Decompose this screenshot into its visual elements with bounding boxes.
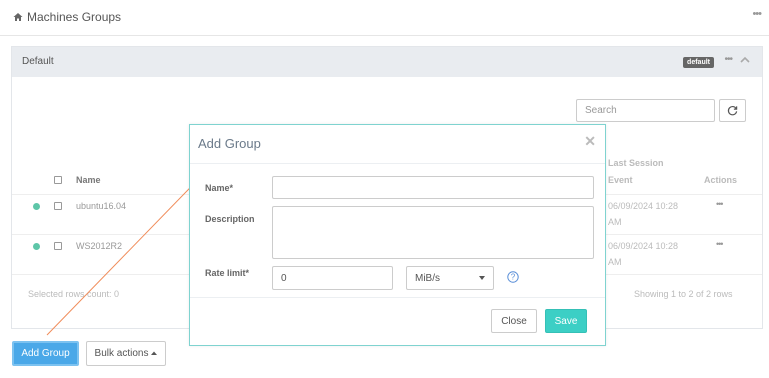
page-header: Machines Groups •••	[0, 0, 769, 36]
table-cell-name[interactable]: WS2012R2	[76, 241, 122, 251]
rate-unit-select[interactable]: MiB/s	[406, 266, 494, 290]
page-menu-icon[interactable]: •••	[752, 8, 762, 20]
chevron-up-icon[interactable]	[740, 55, 750, 65]
dialog-footer-divider	[190, 297, 605, 298]
add-group-dialog: Add Group ✕ Name* Description Rate limit…	[189, 124, 606, 346]
status-online-icon	[33, 243, 40, 250]
table-cell-date: 06/09/2024 10:28	[608, 241, 679, 251]
rate-limit-input[interactable]	[272, 266, 393, 290]
name-field[interactable]	[272, 176, 594, 199]
column-header-name[interactable]: Name	[76, 175, 101, 185]
panel-header[interactable]: Default default •••	[12, 47, 762, 77]
select-all-checkbox[interactable]	[54, 176, 62, 184]
rate-limit-label: Rate limit*	[205, 268, 250, 278]
refresh-button[interactable]	[719, 99, 746, 122]
help-icon[interactable]: ?	[507, 271, 519, 283]
row-actions-icon[interactable]: •••	[716, 239, 724, 249]
selected-rows-count: Selected rows count: 0	[28, 289, 120, 299]
page-title: Machines Groups	[13, 10, 121, 24]
refresh-icon	[727, 105, 738, 116]
caret-up-icon	[151, 351, 158, 355]
table-cell-name[interactable]: ubuntu16.04	[76, 201, 126, 211]
svg-text:?: ?	[511, 273, 516, 282]
rate-unit-value: MiB/s	[415, 272, 440, 284]
column-header-actions: Actions	[704, 175, 738, 185]
default-badge: default	[683, 57, 714, 68]
column-header-last-session[interactable]: Last Session Event	[608, 155, 678, 189]
dialog-header-divider	[190, 163, 605, 164]
row-actions-icon[interactable]: •••	[716, 199, 724, 209]
pagination-info: Showing 1 to 2 of 2 rows	[634, 289, 733, 299]
table-cell-time-suffix: AM	[608, 217, 622, 227]
description-label: Description	[205, 214, 255, 224]
search-input[interactable]	[576, 99, 715, 122]
panel-title: Default	[22, 56, 54, 67]
chevron-down-icon	[479, 276, 485, 280]
bulk-actions-button[interactable]: Bulk actions	[86, 341, 166, 366]
panel-menu-icon[interactable]: •••	[724, 54, 732, 65]
home-icon	[13, 13, 23, 21]
add-group-button[interactable]: Add Group	[12, 341, 79, 366]
save-button[interactable]: Save	[545, 309, 587, 333]
page-title-text: Machines Groups	[27, 10, 122, 24]
table-cell-date: 06/09/2024 10:28	[608, 201, 679, 211]
row-checkbox[interactable]	[54, 202, 62, 210]
description-field[interactable]	[272, 206, 594, 259]
table-cell-time-suffix: AM	[608, 257, 622, 267]
row-checkbox[interactable]	[54, 242, 62, 250]
status-online-icon	[33, 203, 40, 210]
close-icon[interactable]: ✕	[584, 133, 596, 150]
dialog-title: Add Group	[198, 136, 261, 151]
name-label: Name*	[205, 183, 234, 193]
bulk-actions-label: Bulk actions	[94, 348, 149, 359]
close-button[interactable]: Close	[491, 309, 537, 333]
